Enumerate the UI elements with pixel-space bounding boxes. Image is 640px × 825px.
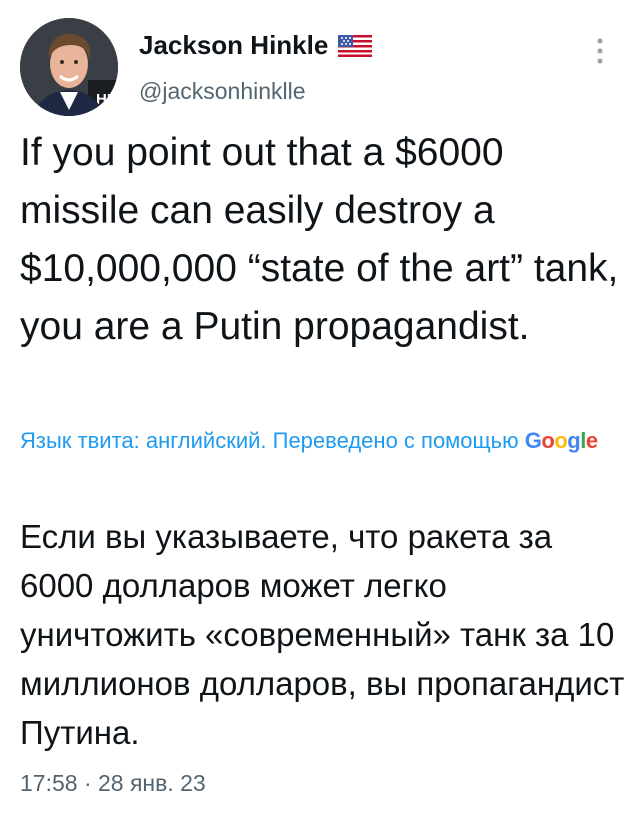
translation-notice-text: Язык твита: английский. Переведено с пом…	[20, 428, 519, 453]
translation-notice[interactable]: Язык твита: английский. Переведено с пом…	[20, 420, 620, 461]
google-logo-letter: e	[585, 428, 598, 453]
avatar[interactable]: HB	[20, 18, 118, 116]
author-handle[interactable]: @jacksonhinklle	[139, 78, 306, 105]
tweet-text: If you point out that a $6000 missile ca…	[20, 131, 619, 348]
google-logo-letter: g	[567, 428, 581, 453]
google-logo: Google	[525, 428, 598, 453]
author-name[interactable]: Jackson Hinkle	[139, 30, 328, 61]
more-options-icon[interactable]	[596, 38, 604, 69]
timestamp[interactable]: 17:58 · 28 янв. 23	[20, 770, 206, 797]
author-name-row: Jackson Hinkle	[139, 30, 373, 61]
google-logo-letter: o	[541, 428, 555, 453]
google-logo-letter: G	[524, 428, 542, 453]
translated-text: Если вы указываете, что ракета за 6000 д…	[20, 518, 625, 751]
us-flag-icon	[338, 34, 373, 57]
google-logo-letter: o	[554, 428, 568, 453]
